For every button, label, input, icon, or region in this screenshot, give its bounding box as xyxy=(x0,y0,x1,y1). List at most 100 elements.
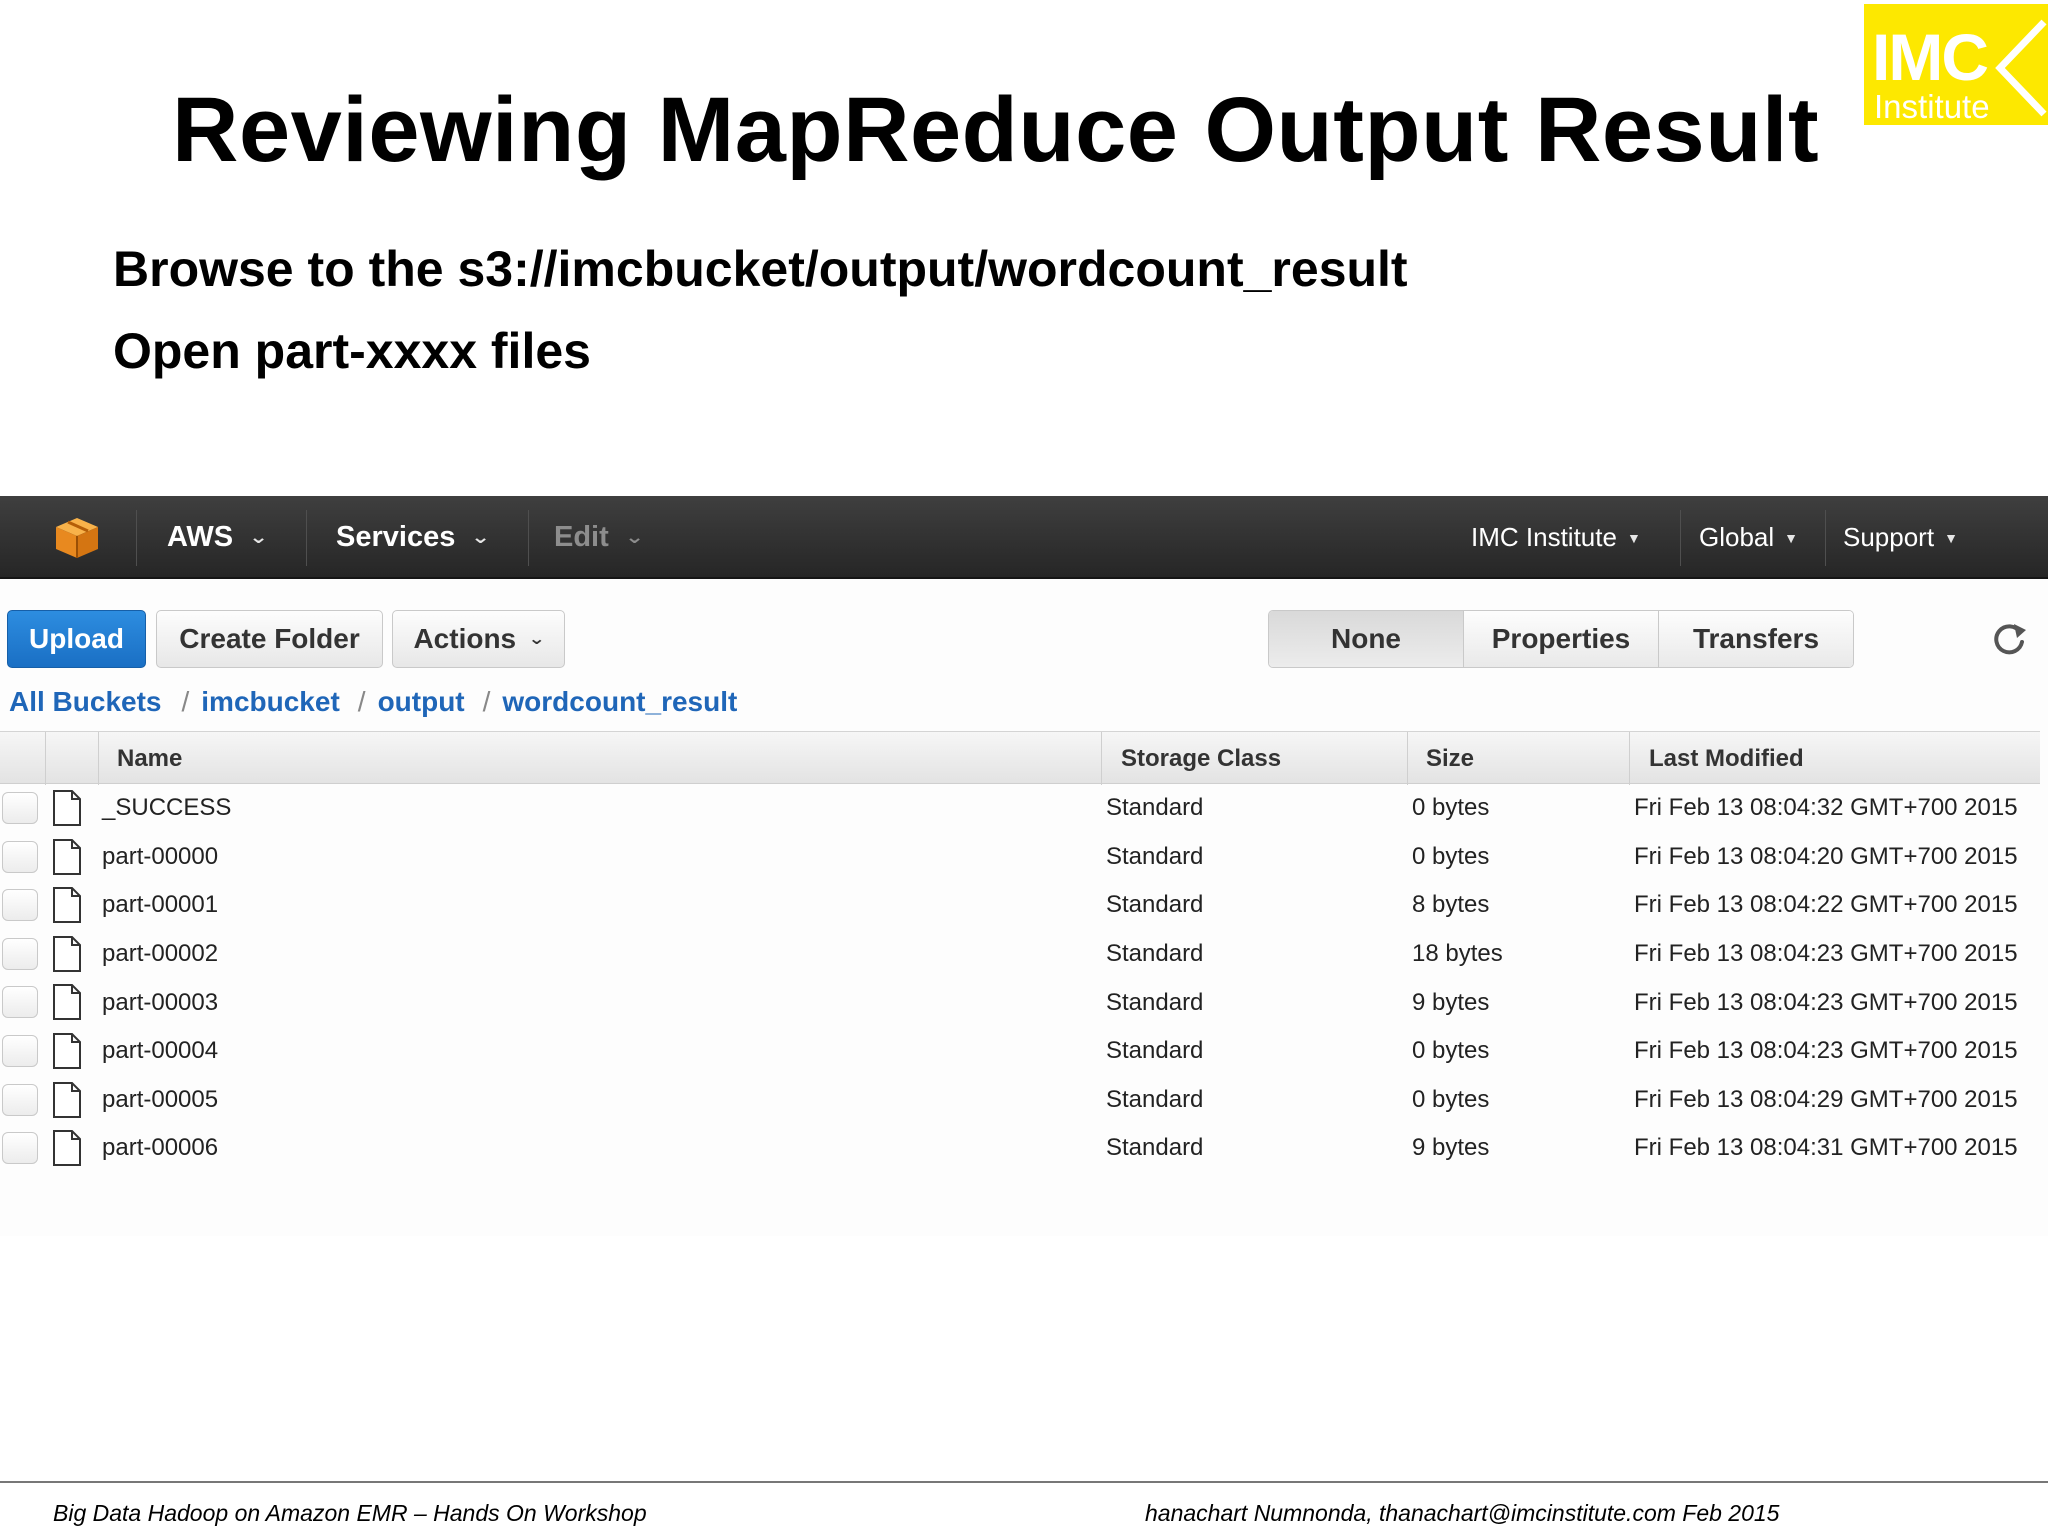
file-name[interactable]: part-00006 xyxy=(102,1124,218,1173)
file-icon xyxy=(53,935,81,972)
file-name[interactable]: part-00004 xyxy=(102,1027,218,1076)
file-size: 0 bytes xyxy=(1412,794,1490,822)
upload-button[interactable]: Upload xyxy=(7,610,146,668)
breadcrumb: All Buckets / imcbucket / output / wordc… xyxy=(9,686,737,718)
last-modified: Fri Feb 13 08:04:20 GMT+700 2015 xyxy=(1634,842,2018,870)
breadcrumb-folder-output[interactable]: output xyxy=(378,686,465,718)
column-header-last-modified[interactable]: Last Modified xyxy=(1649,732,1804,785)
last-modified: Fri Feb 13 08:04:29 GMT+700 2015 xyxy=(1634,1085,2018,1113)
last-modified: Fri Feb 13 08:04:23 GMT+700 2015 xyxy=(1634,940,2018,968)
logo-subtext: Institute xyxy=(1874,88,1990,125)
file-name[interactable]: part-00001 xyxy=(102,881,218,930)
row-checkbox[interactable] xyxy=(2,986,38,1019)
support-menu[interactable]: Support ▼ xyxy=(1843,496,1958,579)
breadcrumb-separator: / xyxy=(482,686,491,717)
chevron-down-icon: ⌄ xyxy=(248,527,269,547)
last-modified: Fri Feb 13 08:04:31 GMT+700 2015 xyxy=(1634,1134,2018,1162)
region-menu-label: Global xyxy=(1699,522,1775,552)
chevron-down-icon: ⌄ xyxy=(528,631,546,648)
aws-menu-label: AWS xyxy=(167,521,234,553)
file-icon xyxy=(53,887,81,924)
chevron-down-icon: ⌄ xyxy=(471,527,491,547)
table-row[interactable]: part-00003 Standard 9 bytes Fri Feb 13 0… xyxy=(0,978,2040,1027)
file-size: 0 bytes xyxy=(1412,1037,1490,1065)
storage-class: Standard xyxy=(1106,794,1204,822)
table-row[interactable]: _SUCCESS Standard 0 bytes Fri Feb 13 08:… xyxy=(0,784,2040,833)
storage-class: Standard xyxy=(1106,1037,1204,1065)
column-header-name[interactable]: Name xyxy=(117,732,182,785)
segment-none[interactable]: None xyxy=(1269,611,1463,667)
caret-down-icon: ▼ xyxy=(1626,529,1641,546)
file-name[interactable]: _SUCCESS xyxy=(102,784,231,833)
column-divider xyxy=(1101,732,1102,785)
aws-s3-console: AWS ⌄ Services ⌄ Edit ⌄ IMC Institute ▼ … xyxy=(0,496,2048,1236)
row-checkbox[interactable] xyxy=(2,1034,38,1067)
last-modified: Fri Feb 13 08:04:23 GMT+700 2015 xyxy=(1634,1037,2018,1065)
file-name[interactable]: part-00002 xyxy=(102,930,218,979)
create-folder-button[interactable]: Create Folder xyxy=(156,610,383,668)
aws-home-button[interactable] xyxy=(54,496,100,579)
nav-divider xyxy=(136,510,137,566)
table-row[interactable]: part-00006 Standard 9 bytes Fri Feb 13 0… xyxy=(0,1124,2040,1173)
actions-button[interactable]: Actions ⌄ xyxy=(392,610,565,668)
row-checkbox[interactable] xyxy=(2,1083,38,1116)
account-menu[interactable]: IMC Institute ▼ xyxy=(1471,496,1641,579)
region-menu[interactable]: Global ▼ xyxy=(1699,496,1798,579)
instruction-browse: Browse to the s3://imcbucket/output/word… xyxy=(113,241,1408,297)
table-row[interactable]: part-00000 Standard 0 bytes Fri Feb 13 0… xyxy=(0,833,2040,882)
refresh-icon[interactable] xyxy=(1990,620,2028,658)
segment-properties[interactable]: Properties xyxy=(1463,611,1658,667)
row-checkbox[interactable] xyxy=(2,937,38,970)
table-header: Name Storage Class Size Last Modified xyxy=(0,731,2040,785)
storage-class: Standard xyxy=(1106,842,1204,870)
row-checkbox[interactable] xyxy=(2,840,38,873)
file-name[interactable]: part-00003 xyxy=(102,978,218,1027)
services-menu-label: Services xyxy=(336,521,456,553)
view-segment-control: None Properties Transfers xyxy=(1268,610,1854,668)
footer-course-title: Big Data Hadoop on Amazon EMR – Hands On… xyxy=(53,1500,647,1526)
caret-down-icon: ▼ xyxy=(1944,529,1958,546)
file-icon xyxy=(53,838,81,875)
column-divider xyxy=(98,732,99,785)
file-icon xyxy=(53,984,81,1021)
breadcrumb-bucket[interactable]: imcbucket xyxy=(201,686,340,718)
breadcrumb-separator: / xyxy=(181,686,190,717)
logo-chevron-icon xyxy=(1995,19,2047,117)
nav-divider xyxy=(528,510,529,566)
file-icon xyxy=(53,790,81,826)
last-modified: Fri Feb 13 08:04:23 GMT+700 2015 xyxy=(1634,988,2018,1016)
storage-class: Standard xyxy=(1106,891,1204,919)
row-checkbox[interactable] xyxy=(2,1132,38,1165)
file-size: 9 bytes xyxy=(1412,1134,1490,1162)
aws-cube-icon xyxy=(56,517,98,558)
table-row[interactable]: part-00005 Standard 0 bytes Fri Feb 13 0… xyxy=(0,1076,2040,1125)
column-divider xyxy=(1629,732,1630,785)
file-icon xyxy=(53,1081,81,1118)
file-size: 8 bytes xyxy=(1412,891,1490,919)
column-divider xyxy=(45,732,46,785)
segment-transfers[interactable]: Transfers xyxy=(1658,611,1853,667)
row-checkbox[interactable] xyxy=(2,889,38,922)
file-size: 18 bytes xyxy=(1412,940,1503,968)
nav-divider xyxy=(306,510,307,566)
logo-text: IMC xyxy=(1872,20,1989,94)
nav-divider xyxy=(1680,510,1681,566)
edit-menu[interactable]: Edit ⌄ xyxy=(554,496,644,579)
caret-down-icon: ▼ xyxy=(1784,529,1799,546)
file-icon xyxy=(53,1130,81,1167)
instruction-open: Open part-xxxx files xyxy=(113,323,591,379)
column-header-size[interactable]: Size xyxy=(1426,732,1474,785)
services-menu[interactable]: Services ⌄ xyxy=(336,496,491,579)
column-header-storage-class[interactable]: Storage Class xyxy=(1121,732,1281,785)
table-row[interactable]: part-00002 Standard 18 bytes Fri Feb 13 … xyxy=(0,930,2040,979)
file-icon xyxy=(53,1032,81,1069)
file-name[interactable]: part-00005 xyxy=(102,1076,218,1125)
file-name[interactable]: part-00000 xyxy=(102,833,218,882)
storage-class: Standard xyxy=(1106,1134,1204,1162)
table-row[interactable]: part-00001 Standard 8 bytes Fri Feb 13 0… xyxy=(0,881,2040,930)
row-checkbox[interactable] xyxy=(2,792,38,824)
breadcrumb-all-buckets[interactable]: All Buckets xyxy=(9,686,162,718)
breadcrumb-folder-current[interactable]: wordcount_result xyxy=(502,686,737,718)
table-row[interactable]: part-00004 Standard 0 bytes Fri Feb 13 0… xyxy=(0,1027,2040,1076)
aws-menu[interactable]: AWS ⌄ xyxy=(167,496,269,579)
